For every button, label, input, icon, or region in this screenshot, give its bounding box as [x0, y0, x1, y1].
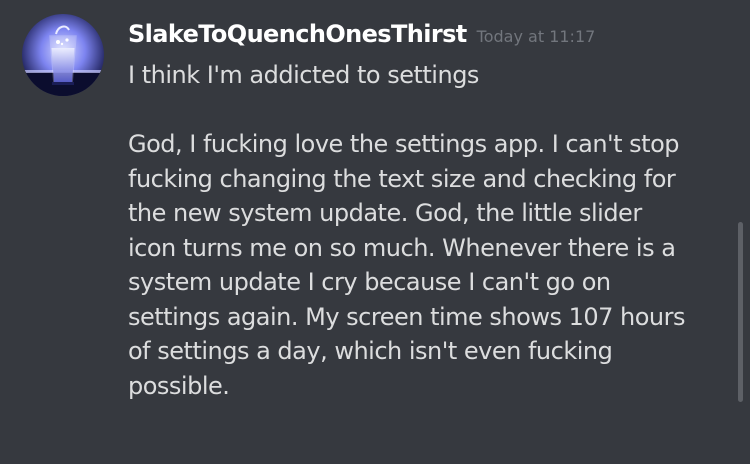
glass-of-water-icon	[22, 14, 104, 96]
message-line: fucking changing the text size and check…	[128, 164, 676, 193]
avatar[interactable]	[22, 14, 104, 96]
message-line: icon turns me on so much. Whenever there…	[128, 233, 676, 262]
timestamp: Today at 11:17	[476, 27, 596, 46]
message-line: I think I'm addicted to settings	[128, 61, 479, 89]
message-line: God, I fucking love the settings app. I …	[128, 130, 680, 158]
message-line: of settings a day, which isn't even fuck…	[128, 337, 613, 365]
message-line: possible.	[128, 371, 230, 400]
chat-message: SlakeToQuenchOnesThirst Today at 11:17 I …	[0, 0, 750, 464]
message-header: SlakeToQuenchOnesThirst Today at 11:17	[128, 20, 595, 52]
username[interactable]: SlakeToQuenchOnesThirst	[128, 20, 467, 48]
scrollbar-thumb[interactable]	[738, 222, 743, 402]
message-line: settings again. My screen time shows 107…	[128, 302, 686, 331]
message-content: I think I'm addicted to settings God, I …	[128, 58, 728, 403]
message-line: system update I cry because I can't go o…	[128, 268, 611, 296]
message-line: the new system update. God, the little s…	[128, 199, 642, 227]
chat-view: SlakeToQuenchOnesThirst Today at 11:17 I …	[0, 0, 750, 464]
